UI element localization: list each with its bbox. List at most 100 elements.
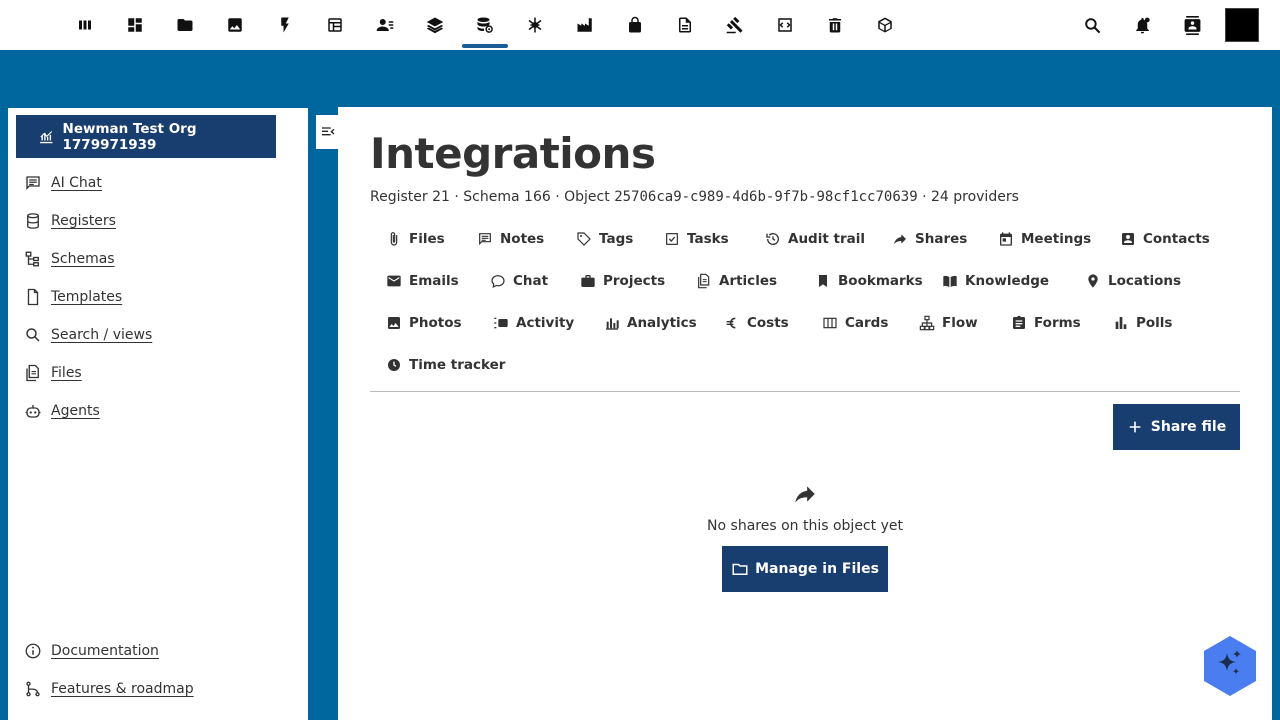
folder-icon[interactable] [162, 0, 208, 50]
trash-icon[interactable] [812, 0, 858, 50]
table-icon[interactable] [312, 0, 358, 50]
tab-time-tracker[interactable]: Time tracker [386, 350, 505, 380]
chat-bubble-icon [491, 275, 505, 289]
briefcase-icon [581, 275, 595, 287]
tab-photos[interactable]: Photos [386, 308, 462, 338]
register-value: 21 [432, 189, 450, 205]
tab-shares[interactable]: Shares [892, 224, 967, 254]
code-window-icon[interactable] [762, 0, 808, 50]
tab-locations[interactable]: Locations [1085, 266, 1181, 296]
activity-list-icon [494, 317, 508, 329]
tab-label: Contacts [1143, 231, 1210, 247]
paperclip-icon [390, 232, 398, 246]
file-icon [27, 288, 39, 306]
layers-icon[interactable] [412, 0, 458, 50]
tab-meetings[interactable]: Meetings [998, 224, 1091, 254]
tab-label: Activity [516, 315, 575, 331]
tab-label: Polls [1136, 315, 1173, 331]
share-file-button[interactable]: Share file [1113, 404, 1240, 450]
tab-tasks[interactable]: Tasks [664, 224, 729, 254]
flow-icon [919, 315, 935, 331]
files-icon [26, 364, 39, 382]
tab-polls[interactable]: Polls [1113, 308, 1172, 338]
search-icon [26, 328, 40, 342]
sidebar-item-agents[interactable]: Agents [24, 398, 100, 424]
tab-label: Locations [1108, 273, 1181, 289]
sidebar-item-features-roadmap[interactable]: Features & roadmap [24, 676, 194, 702]
sidebar-item-search-views[interactable]: Search / views [24, 322, 152, 348]
factory-icon[interactable] [562, 0, 608, 50]
analytics-icon [606, 318, 619, 330]
tab-cards[interactable]: Cards [822, 308, 888, 338]
lock-icon[interactable] [612, 0, 658, 50]
contact-card-icon [1122, 233, 1134, 245]
tab-label: Bookmarks [838, 273, 923, 289]
org-switcher-button[interactable]: Newman Test Org 1779971939 [16, 115, 276, 158]
network-bug-icon[interactable] [512, 0, 558, 50]
tab-emails[interactable]: Emails [386, 266, 459, 296]
tab-audit-trail[interactable]: Audit trail [765, 224, 865, 254]
object-meta: Register 21 · Schema 166 · Object 25706c… [370, 189, 1019, 205]
tab-activity[interactable]: Activity [493, 308, 574, 338]
tab-forms[interactable]: Forms [1011, 308, 1081, 338]
sidebar-item-templates[interactable]: Templates [24, 284, 122, 310]
tab-knowledge[interactable]: Knowledge [942, 266, 1049, 296]
register-label: Register [370, 189, 428, 205]
tab-flow[interactable]: Flow [919, 308, 978, 338]
tab-label: Audit trail [788, 231, 865, 247]
database-gear-icon[interactable] [462, 0, 508, 50]
ai-assistant-sparkle-icon[interactable] [1203, 635, 1257, 697]
avatar[interactable] [1225, 8, 1259, 42]
search-icon[interactable] [1070, 0, 1114, 50]
contact-list-icon[interactable] [362, 0, 408, 50]
tab-chat[interactable]: Chat [490, 266, 548, 296]
schema-tree-icon [25, 251, 39, 267]
dashboard-columns-icon[interactable] [62, 0, 108, 50]
tab-bookmarks[interactable]: Bookmarks [815, 266, 923, 296]
database-icon [27, 213, 39, 229]
tab-analytics[interactable]: Analytics [604, 308, 697, 338]
info-icon [25, 643, 41, 659]
gavel-icon[interactable] [712, 0, 758, 50]
apps-grid-icon[interactable] [112, 0, 158, 50]
tab-costs[interactable]: Costs [724, 308, 789, 338]
bell-icon[interactable] [1120, 0, 1164, 50]
collapse-sidebar-button[interactable] [316, 115, 340, 149]
share-arrow-icon [894, 234, 906, 245]
plus-icon [1129, 421, 1141, 433]
tab-label: Emails [409, 273, 459, 289]
tab-tags[interactable]: Tags [576, 224, 633, 254]
contacts-book-icon[interactable] [1170, 0, 1214, 50]
tab-contacts[interactable]: Contacts [1120, 224, 1210, 254]
cube-icon[interactable] [862, 0, 908, 50]
bookmark-icon [819, 275, 827, 287]
manage-in-files-button[interactable]: Manage in Files [722, 546, 888, 592]
tab-projects[interactable]: Projects [580, 266, 665, 296]
tab-notes[interactable]: Notes [477, 224, 544, 254]
tab-files[interactable]: Files [386, 224, 445, 254]
cards-icon [823, 317, 837, 329]
lightning-icon[interactable] [262, 0, 308, 50]
tab-label: Shares [915, 231, 968, 247]
sidebar-item-schemas[interactable]: Schemas [24, 246, 115, 272]
sidebar-item-label: Features & roadmap [51, 681, 194, 697]
sidebar-item-ai-chat[interactable]: AI Chat [24, 170, 102, 196]
image-icon[interactable] [212, 0, 258, 50]
photo-icon [388, 317, 400, 329]
euro-icon [726, 317, 736, 329]
poll-icon [1115, 317, 1127, 329]
tab-label: Files [409, 231, 445, 247]
manage-in-files-label: Manage in Files [755, 561, 879, 577]
share-file-label: Share file [1150, 419, 1227, 435]
sidebar-item-documentation[interactable]: Documentation [24, 638, 159, 664]
schema-label: Schema [463, 189, 520, 205]
main-panel: Integrations Register 21 · Schema 166 · … [338, 107, 1272, 720]
tab-articles[interactable]: Articles [696, 266, 777, 296]
collapse-menu-icon [322, 127, 335, 136]
tab-label: Analytics [627, 315, 697, 331]
sidebar-item-registers[interactable]: Registers [24, 208, 116, 234]
sidebar-item-files[interactable]: Files [24, 360, 82, 386]
document-icon[interactable] [662, 0, 708, 50]
tab-label: Flow [942, 315, 978, 331]
org-label: Newman Test Org 1779971939 [62, 120, 197, 153]
